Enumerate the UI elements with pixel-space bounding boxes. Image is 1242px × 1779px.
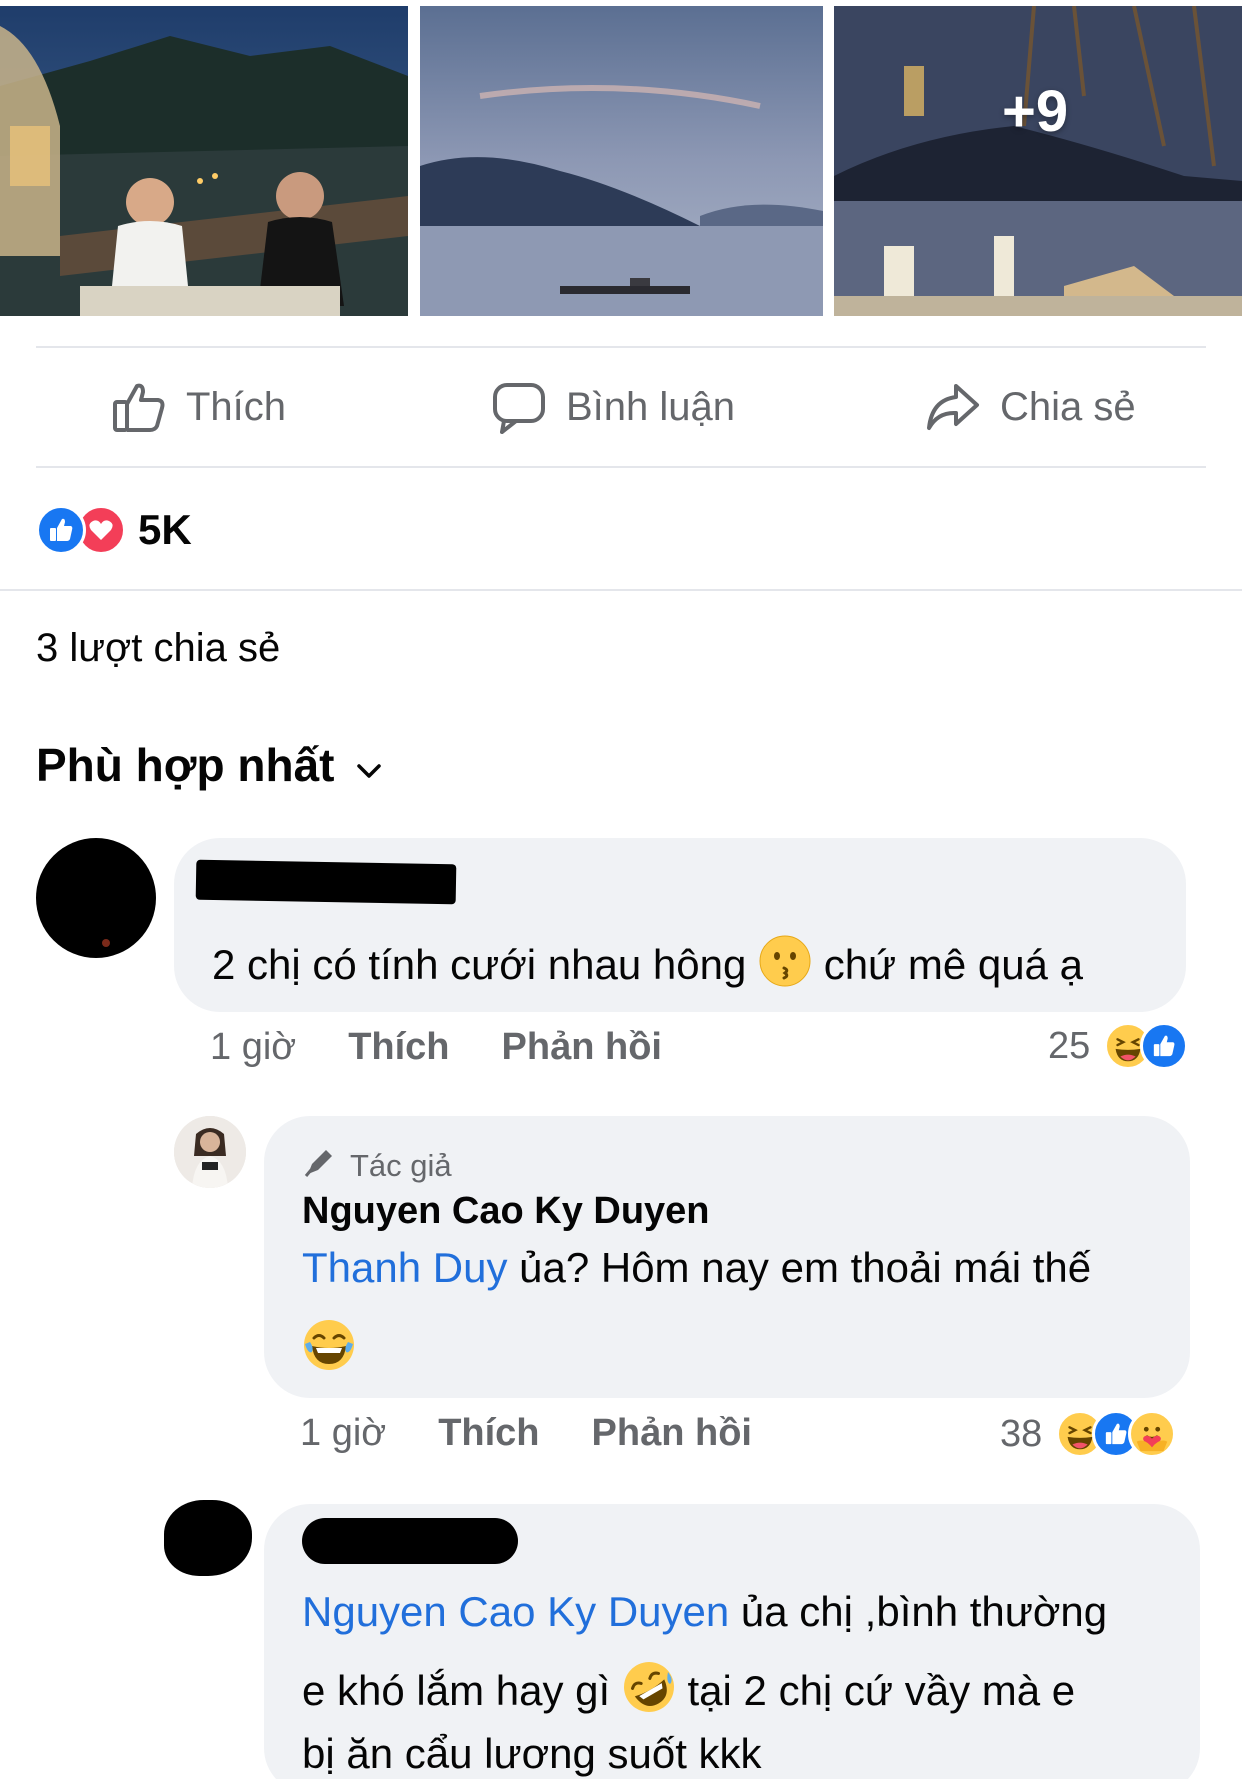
reaction-summary[interactable]: 5K	[36, 504, 192, 556]
like-label: Thích	[186, 384, 287, 429]
comment-reaction-summary[interactable]: 25	[1048, 1022, 1189, 1070]
reply-text: bị ăn cẩu lương suốt kkk	[302, 1730, 762, 1777]
like-button[interactable]: Thích	[110, 348, 286, 466]
photo-grid: +9	[0, 0, 1242, 316]
mention-link[interactable]: Nguyen Cao Ky Duyen	[302, 1588, 729, 1635]
comment-reply-button[interactable]: Phản hồi	[502, 1026, 662, 1069]
reply-text: Thanh Duy ủa? Hôm nay em thoải mái thế	[302, 1244, 1092, 1291]
care-reaction-icon	[1128, 1410, 1177, 1458]
pen-icon	[302, 1144, 338, 1188]
post-action-bar: Thích Bình luận Chia sẻ	[36, 348, 1206, 466]
divider-full	[0, 589, 1242, 591]
divider-bottom	[36, 466, 1206, 468]
sort-label: Phù hợp nhất	[36, 739, 335, 791]
photo-table-more[interactable]: +9	[834, 6, 1242, 316]
avatar[interactable]	[164, 1500, 252, 1576]
more-photos-overlay[interactable]: +9	[834, 6, 1242, 316]
photo-dinner-resort[interactable]	[0, 6, 408, 316]
comment-label: Bình luận	[566, 384, 736, 429]
author-avatar[interactable]	[174, 1116, 246, 1188]
reply-reaction-count: 38	[1000, 1412, 1043, 1455]
reply-text: e khó lắm hay gì tại 2 chị cứ vầy mà e	[302, 1660, 1075, 1728]
reply-like-button[interactable]: Thích	[438, 1412, 539, 1455]
chevron-down-icon	[354, 738, 384, 792]
rolling-laughing-emoji	[622, 1660, 676, 1728]
share-label: Chia sẻ	[1000, 384, 1136, 429]
redacted-name	[195, 859, 457, 905]
comment-like-button[interactable]: Thích	[348, 1026, 449, 1069]
like-reaction-icon	[36, 505, 86, 555]
avatar[interactable]	[36, 838, 156, 958]
reply-reaction-summary[interactable]: 38	[1000, 1410, 1177, 1458]
more-photos-count: +9	[1002, 79, 1069, 144]
mention-link[interactable]: Thanh Duy	[302, 1244, 507, 1291]
tears-of-joy-emoji	[302, 1318, 356, 1386]
photo-sea-view[interactable]	[420, 6, 823, 316]
kissing-face-emoji	[758, 934, 812, 1002]
comment-meta: 1 giờ Thích Phản hồi	[210, 1026, 662, 1069]
redacted-name	[302, 1518, 518, 1564]
share-arrow-icon	[924, 378, 982, 436]
comment-text: 2 chị có tính cưới nhau hông chứ mê quá …	[212, 934, 1083, 1002]
comment-time: 1 giờ	[210, 1026, 297, 1068]
like-reaction-icon	[1140, 1022, 1189, 1070]
reply-text: Nguyen Cao Ky Duyen ủa chị ,bình thường	[302, 1588, 1108, 1635]
thumbs-up-icon	[110, 378, 168, 436]
comment-reaction-count: 25	[1048, 1024, 1091, 1067]
reply-emoji-line	[302, 1318, 356, 1386]
reply-meta: 1 giờ Thích Phản hồi	[300, 1412, 752, 1455]
share-count[interactable]: 3 lượt chia sẻ	[36, 626, 280, 671]
speech-bubble-icon	[490, 378, 548, 436]
reply-time: 1 giờ	[300, 1412, 387, 1454]
comment-sort-dropdown[interactable]: Phù hợp nhất	[36, 738, 384, 792]
author-badge: Tác giả	[302, 1144, 452, 1188]
reply-author-name[interactable]: Nguyen Cao Ky Duyen	[302, 1190, 710, 1233]
share-button[interactable]: Chia sẻ	[924, 348, 1136, 466]
reply-reply-button[interactable]: Phản hồi	[592, 1412, 752, 1455]
reaction-count: 5K	[138, 506, 192, 553]
comment-button[interactable]: Bình luận	[490, 348, 735, 466]
